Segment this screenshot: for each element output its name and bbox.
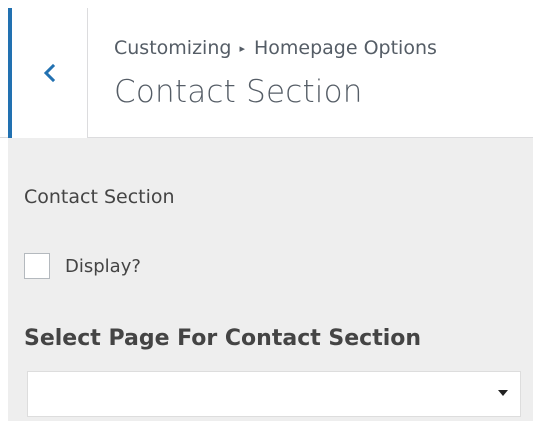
customizer-panel: Customizing ▸ Homepage Options Contact Sec… <box>0 0 533 421</box>
panel-header: Customizing ▸ Homepage Options Contact Sec… <box>0 0 533 138</box>
breadcrumb: Customizing ▸ Homepage Options <box>114 37 437 59</box>
chevron-left-icon <box>43 63 56 83</box>
section-body: Contact Section Display? Select Page For… <box>8 138 533 421</box>
breadcrumb-separator-icon: ▸ <box>239 42 245 55</box>
display-checkbox-label[interactable]: Display? <box>65 256 141 277</box>
page-title: Contact Section <box>114 74 363 110</box>
section-heading: Contact Section <box>24 186 175 208</box>
display-checkbox[interactable] <box>24 253 50 279</box>
select-page-label: Select Page For Contact Section <box>24 326 422 351</box>
display-checkbox-row: Display? <box>24 252 141 280</box>
breadcrumb-parent: Customizing <box>114 37 232 59</box>
breadcrumb-current: Homepage Options <box>253 37 437 59</box>
select-page-dropdown[interactable] <box>27 371 521 417</box>
back-button[interactable] <box>8 8 88 138</box>
caret-down-icon <box>498 390 508 396</box>
